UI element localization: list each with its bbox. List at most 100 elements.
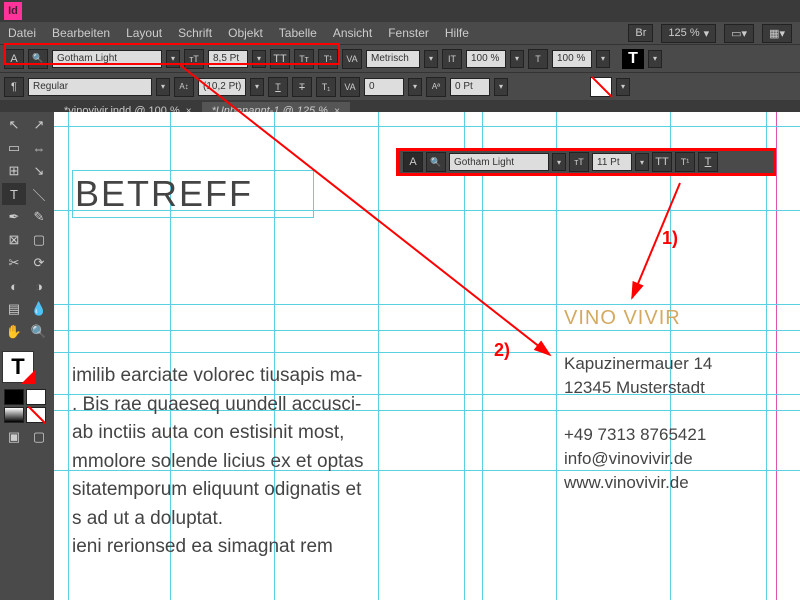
menubar: Datei Bearbeiten Layout Schrift Objekt T… (0, 22, 800, 44)
pencil-tool[interactable]: ✎ (27, 206, 51, 228)
baseline-dropdown[interactable]: ▾ (494, 78, 508, 96)
content-place-tool[interactable]: ↘ (27, 160, 51, 182)
tracking-input[interactable] (364, 78, 404, 96)
search-icon[interactable]: 🔍 (28, 49, 48, 69)
hscale-dropdown[interactable]: ▾ (510, 50, 524, 68)
stroke-none-icon[interactable] (590, 77, 612, 97)
menu-schrift[interactable]: Schrift (178, 26, 212, 40)
swatch-none[interactable] (26, 407, 46, 423)
address-block[interactable]: Kapuzinermauer 14 12345 Musterstadt +49 … (564, 352, 712, 495)
fill-color-icon[interactable]: T (622, 49, 644, 69)
arrange-button[interactable]: ▦▾ (762, 24, 792, 43)
hscale-input[interactable] (466, 50, 506, 68)
type-tool[interactable]: T (2, 183, 26, 205)
char-icon[interactable]: A (403, 152, 423, 172)
annotation-1: 1) (662, 228, 678, 249)
font-size-input[interactable] (208, 50, 248, 68)
underline-button[interactable]: T (268, 77, 288, 97)
tracking-dropdown[interactable]: ▾ (408, 78, 422, 96)
kerning-dropdown[interactable]: ▾ (424, 50, 438, 68)
superscript-button[interactable]: T¹ (318, 49, 338, 69)
scissors-tool[interactable]: ✂ (2, 252, 26, 274)
para-format-icon[interactable]: ¶ (4, 77, 24, 97)
menu-objekt[interactable]: Objekt (228, 26, 263, 40)
titlebar: Id (0, 0, 800, 22)
leading-dropdown[interactable]: ▾ (250, 78, 264, 96)
kerning-icon: VA (342, 49, 362, 69)
gap-tool[interactable]: ⇔ (27, 137, 51, 159)
line-tool[interactable]: ＼ (27, 183, 51, 205)
baseline-input[interactable] (450, 78, 490, 96)
rect-frame-tool[interactable]: ⊠ (2, 229, 26, 251)
tracking-icon: VA (340, 77, 360, 97)
kerning-input[interactable] (366, 50, 420, 68)
eyedropper-tool[interactable]: 💧 (27, 298, 51, 320)
betreff-text[interactable]: BETREFF (72, 170, 314, 218)
menu-bearbeiten[interactable]: Bearbeiten (52, 26, 110, 40)
view-mode-preview[interactable]: ▢ (27, 426, 51, 448)
font-size-icon: тT (184, 49, 204, 69)
subscript-button[interactable]: T₁ (316, 77, 336, 97)
vscale-input[interactable] (552, 50, 592, 68)
font-style-input[interactable] (28, 78, 152, 96)
menu-hilfe[interactable]: Hilfe (445, 26, 469, 40)
swatch-black[interactable] (4, 389, 24, 405)
leading-input[interactable] (198, 78, 246, 96)
menu-layout[interactable]: Layout (126, 26, 162, 40)
view-mode-normal[interactable]: ▣ (2, 426, 26, 448)
font-family-input[interactable] (52, 50, 162, 68)
control-row-2: ¶ ▾ A↕ ▾ T T T₁ VA ▾ Aª ▾ ▾ (0, 72, 800, 100)
gradient-tool[interactable]: ◐ (2, 275, 26, 297)
transform-tool[interactable]: ⟳ (27, 252, 51, 274)
zoom-tool[interactable]: 🔍 (27, 321, 51, 343)
fill-dropdown[interactable]: ▾ (648, 50, 662, 68)
chevron-down-icon: ▾ (704, 27, 710, 40)
float-font-dd[interactable]: ▾ (552, 153, 566, 171)
menu-fenster[interactable]: Fenster (388, 26, 429, 40)
menu-tabelle[interactable]: Tabelle (279, 26, 317, 40)
float-tt-button[interactable]: TT (652, 152, 672, 172)
float-size-icon: тT (569, 152, 589, 172)
fill-stroke-indicator[interactable]: T (2, 351, 34, 383)
float-font-input[interactable] (449, 153, 549, 171)
control-row-1: A 🔍 ▾ тT ▾ TT Tᴛ T¹ VA ▾ IT ▾ T ▾ T ▾ (0, 44, 800, 72)
hand-tool[interactable]: ✋ (2, 321, 26, 343)
annotation-2: 2) (494, 340, 510, 361)
swatch-gradient[interactable] (4, 407, 24, 423)
char-format-icon[interactable]: A (4, 49, 24, 69)
document-canvas[interactable]: BETREFF imilib earciate volorec tiusapis… (54, 112, 800, 600)
page-tool[interactable]: ▭ (2, 137, 26, 159)
float-size-dd[interactable]: ▾ (635, 153, 649, 171)
search-icon[interactable]: 🔍 (426, 152, 446, 172)
float-sup-button[interactable]: T¹ (675, 152, 695, 172)
pen-tool[interactable]: ✒ (2, 206, 26, 228)
color-swatches (2, 387, 50, 425)
body-text[interactable]: imilib earciate volorec tiusapis ma- . B… (72, 362, 492, 562)
note-tool[interactable]: ▤ (2, 298, 26, 320)
swatch-white[interactable] (26, 389, 46, 405)
strike-button[interactable]: T (292, 77, 312, 97)
font-dropdown[interactable]: ▾ (166, 50, 180, 68)
selection-tool[interactable]: ↖ (2, 114, 26, 136)
smallcaps-button[interactable]: Tᴛ (294, 49, 314, 69)
direct-select-tool[interactable]: ↗ (27, 114, 51, 136)
baseline-icon: Aª (426, 77, 446, 97)
zoom-level[interactable]: 125 % ▾ (661, 24, 716, 43)
allcaps-button[interactable]: TT (270, 49, 290, 69)
bridge-button[interactable]: Br (628, 24, 653, 42)
content-tool[interactable]: ⊞ (2, 160, 26, 182)
stroke-dropdown[interactable]: ▾ (616, 78, 630, 96)
menu-datei[interactable]: Datei (8, 26, 36, 40)
style-dropdown[interactable]: ▾ (156, 78, 170, 96)
float-size-input[interactable] (592, 153, 632, 171)
toolbox: ↖ ↗ ▭ ⇔ ⊞ ↘ T ＼ ✒ ✎ ⊠ ▢ ✂ ⟳ ◐ ◑ ▤ 💧 ✋ 🔍 … (0, 112, 54, 450)
size-dropdown[interactable]: ▾ (252, 50, 266, 68)
view-mode-button[interactable]: ▭▾ (724, 24, 754, 43)
gradient-feather-tool[interactable]: ◑ (27, 275, 51, 297)
vino-title[interactable]: VINO VIVIR (564, 307, 681, 330)
leading-icon: A↕ (174, 77, 194, 97)
float-underline-button[interactable]: T (698, 152, 718, 172)
vscale-dropdown[interactable]: ▾ (596, 50, 610, 68)
menu-ansicht[interactable]: Ansicht (333, 26, 372, 40)
rect-tool[interactable]: ▢ (27, 229, 51, 251)
